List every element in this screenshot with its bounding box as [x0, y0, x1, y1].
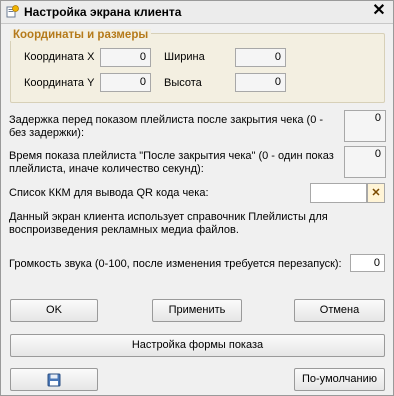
settings-window: Настройка экрана клиента ✕ Координаты и …	[0, 0, 394, 396]
x-input[interactable]: 0	[100, 48, 151, 67]
duration-label: Время показа плейлиста "После закрытия ч…	[9, 150, 334, 175]
delay-input[interactable]: 0	[344, 110, 386, 142]
close-icon[interactable]: ✕	[371, 2, 387, 20]
x-value: 0	[139, 51, 146, 63]
height-input[interactable]: 0	[235, 73, 286, 92]
delay-value: 0	[374, 112, 381, 124]
coordinates-group-title: Координаты и размеры	[10, 29, 152, 41]
volume-input[interactable]: 0	[350, 254, 385, 272]
qr-kkm-input[interactable]	[310, 183, 367, 203]
settings-app-icon	[6, 5, 19, 18]
title-bar: Настройка экрана клиента ✕	[1, 1, 393, 24]
volume-value: 0	[373, 257, 380, 269]
save-button[interactable]	[10, 368, 98, 391]
height-label: Высота	[164, 77, 202, 89]
y-value: 0	[139, 76, 146, 88]
duration-input[interactable]: 0	[344, 146, 386, 178]
form-settings-button[interactable]: Настройка формы показа	[10, 334, 385, 357]
y-input[interactable]: 0	[100, 73, 151, 92]
window-title: Настройка экрана клиента	[24, 5, 182, 19]
clear-icon[interactable]: ✕	[367, 183, 385, 203]
default-button[interactable]: По-умолчанию	[294, 368, 385, 391]
height-value: 0	[274, 76, 281, 88]
cancel-button[interactable]: Отмена	[294, 299, 385, 322]
apply-button[interactable]: Применить	[152, 299, 242, 322]
floppy-disk-icon	[47, 373, 61, 387]
delay-label: Задержка перед показом плейлиста после з…	[9, 114, 324, 139]
volume-label: Громкость звука (0-100, после изменения …	[9, 258, 342, 270]
qr-label: Список ККМ для вывода QR кода чека:	[9, 187, 209, 199]
width-label: Ширина	[164, 51, 205, 63]
info-text: Данный экран клиента использует справочн…	[9, 211, 328, 236]
y-label: Координата Y	[24, 77, 95, 89]
width-input[interactable]: 0	[235, 48, 286, 67]
ok-button[interactable]: OK	[10, 299, 98, 322]
width-value: 0	[274, 51, 281, 63]
coordinates-group	[10, 33, 385, 103]
x-label: Координата X	[24, 51, 95, 63]
duration-value: 0	[374, 148, 381, 160]
